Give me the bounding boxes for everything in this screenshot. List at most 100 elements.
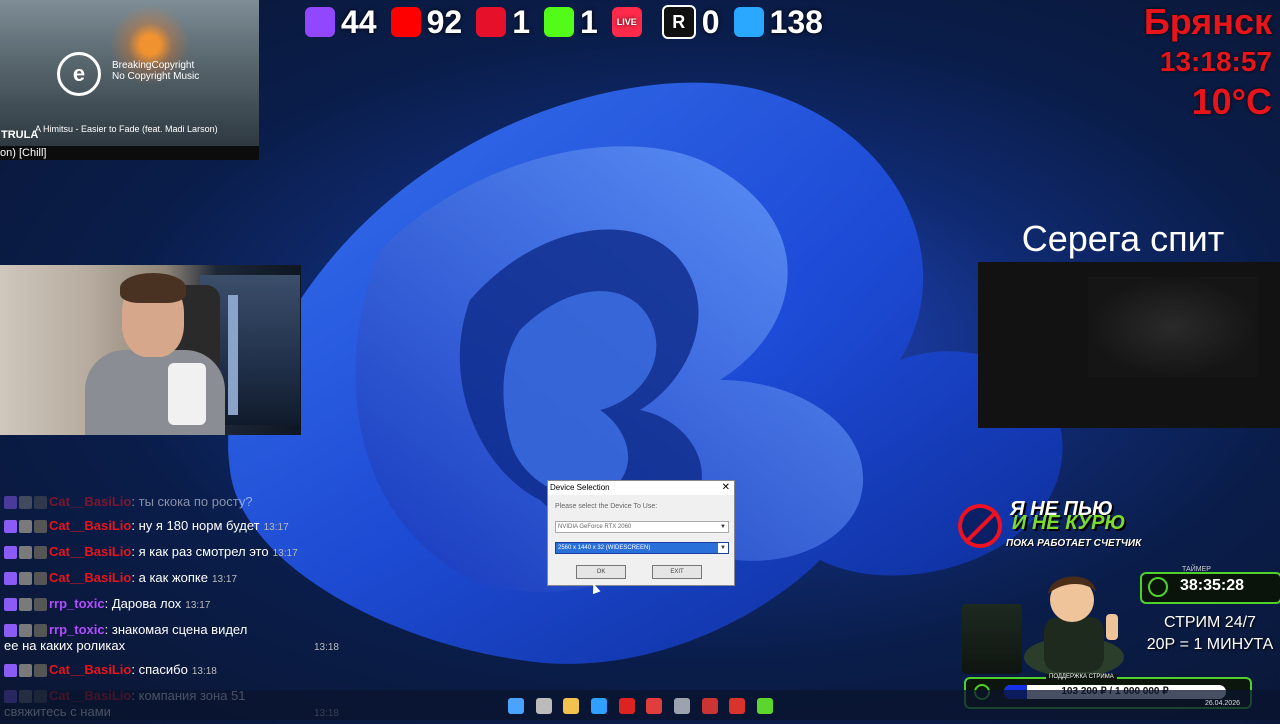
chat-separator: : [104,622,112,637]
sleep-camera-feed [978,262,1280,428]
app-gear-icon[interactable] [674,698,690,714]
stream-timer: ТАЙМЕР 38:35:28 [1140,566,1280,604]
webcam-tower [228,295,238,415]
chat-badges [4,496,47,510]
rutube-icon [476,7,507,37]
twitch-badge-icon [4,572,17,586]
city-temperature: 10°C [1191,81,1272,122]
file-explorer-icon[interactable] [563,698,579,714]
emote-icon [34,664,47,678]
microphone-icon [168,363,206,425]
emote-icon [34,546,47,560]
avatar-icon [19,546,32,560]
chat-message: Cat__BasiLio: я как раз смотрел это 13:17 [0,540,345,566]
copyright-logo-icon: e [57,52,101,96]
donation-caption: ПОДДЕРЖКА СТРИМА [1046,674,1117,680]
device-selection-dialog: Device Selection ✕ Please select the Dev… [547,480,735,586]
chevron-down-icon[interactable]: ▼ [718,522,728,532]
webcam-person-hair [120,273,186,303]
edge-icon[interactable] [591,698,607,714]
emote-icon [34,624,47,638]
emote-icon [34,572,47,586]
emote-icon [34,520,47,534]
avatar-icon [19,572,32,586]
chat-separator: : [131,518,139,533]
app-red2-icon[interactable] [729,698,745,714]
app-w-icon[interactable] [646,698,662,714]
music-brand-line2: No Copyright Music [112,71,200,82]
music-track-title: A Himitsu - Easier to Fade (feat. Madi L… [35,124,218,134]
sleep-camera-dim [1088,277,1258,377]
avatar-icon [19,496,32,510]
city-time: 13:18:57 [1159,46,1272,77]
chat-nick[interactable]: Cat__BasiLio [49,662,131,677]
chat-text: а как жопке [138,570,208,585]
chat-message: Cat__BasiLio: а как жопке 13:17 [0,566,345,592]
taskbar: 26.04.2026 [0,690,1280,720]
stat-vklive: LIVE [611,7,648,37]
system-tray-date: 26.04.2026 [1204,700,1240,707]
exit-button[interactable]: EXIT [652,565,702,579]
no-smoking-icon [958,504,1002,548]
twitch-badge-icon [4,546,17,560]
chat-text: спасибо [138,662,188,677]
windows-start-icon[interactable] [508,698,524,714]
mascot-character [1024,576,1124,674]
ok-button[interactable]: OK [576,565,626,579]
chat-badges [4,546,47,560]
chevron-down-icon[interactable]: ▼ [718,543,728,553]
chat-time: 13:17 [211,574,238,585]
music-subtitle: on) [Chill] [0,147,47,159]
chat-nick[interactable]: Cat__BasiLio [49,494,131,509]
banner-line2: И НЕ КУРЮ [1012,512,1126,534]
chat-text: я как раз смотрел это [138,544,269,559]
chat-nick[interactable]: rrp_toxic [49,596,105,611]
no-drink-banner: Я НЕ ПЬЮ И НЕ КУРЮ ПОКА РАБОТАЕТ СЧЕТЧИК [958,494,1198,558]
twitch-badge-icon [4,664,17,678]
webcam-feed [0,265,301,435]
stream-stats-bar: 44 92 1 1 LIVE R 0 138 [305,2,823,42]
chat-nick[interactable]: Cat__BasiLio [49,544,131,559]
mode-select-value: 2560 x 1440 x 32 (WIDESCREEN) [558,545,651,551]
avatar-icon [19,624,32,638]
app-play-icon[interactable] [757,698,773,714]
kick-icon [543,7,574,37]
app-media-icon[interactable] [702,698,718,714]
twitch-icon [305,7,335,37]
mode-select[interactable]: 2560 x 1440 x 32 (WIDESCREEN) ▼ [555,542,729,554]
stat-value: 1 [512,3,530,40]
chat-separator: : [104,596,112,611]
stream-line1: СТРИМ 24/7 [1164,614,1256,631]
chat-nick[interactable]: Cat__BasiLio [49,570,131,585]
vklive-icon: LIVE [611,7,642,37]
chat-badges [4,598,47,612]
chat-message: Cat__BasiLio: спасибо 13:18 [0,658,345,684]
city-widget: Брянск 13:18:57 10°C [1144,4,1272,120]
device-select[interactable]: NVIDIA GeForce RTX 2060 ▼ [555,521,729,533]
youtube-icon [390,7,421,37]
stat-kick: 1 [543,3,598,41]
chat-message: rrp_toxic: Дарова лох 13:17 [0,592,345,618]
stream-info: СТРИМ 24/7 20Р = 1 МИНУТА [1140,612,1280,656]
r-icon: R [661,5,696,39]
chat-text: Дарова лох [111,596,182,611]
stream-line2: 20Р = 1 МИНУТА [1146,636,1274,653]
banner-line3: ПОКА РАБОТАЕТ СЧЕТЧИК [1006,538,1142,549]
chat-message: rrp_toxic: знакомая сцена видел ее на ка… [0,618,345,658]
chat-time: 13:17 [185,600,211,611]
task-view-icon[interactable] [536,698,552,714]
app-red-icon[interactable] [619,698,635,714]
chat-nick[interactable]: rrp_toxic [49,622,105,637]
chat-nick[interactable]: Cat__BasiLio [49,518,131,533]
chat-time: 13:18 [313,642,339,653]
stat-r: R0 [661,4,720,41]
chat-badges [4,624,47,638]
close-icon[interactable]: ✕ [722,481,730,495]
stat-twitch: 44 [305,4,377,41]
dialog-prompt: Please select the Device To Use: [555,503,658,510]
stat-value: 1 [579,3,598,40]
music-brand-line1: BreakingCopyright [112,60,195,71]
viewers-icon [733,7,764,37]
timer-value: 38:35:28 [1180,577,1245,594]
music-panel: e BreakingCopyright No Copyright Music T… [0,0,259,160]
